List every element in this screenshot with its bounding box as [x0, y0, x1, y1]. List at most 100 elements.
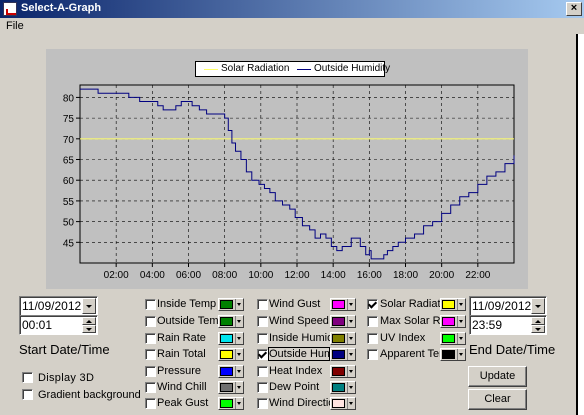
display-3d-checkbox[interactable] [22, 372, 33, 383]
spin-up-icon[interactable] [82, 317, 96, 325]
x-tick-label: 02:00 [104, 270, 129, 281]
chevron-down-icon[interactable] [347, 398, 355, 409]
chevron-down-icon[interactable] [235, 316, 243, 327]
heat-index-checkbox[interactable] [257, 366, 268, 377]
wind-speed-label: Wind Speed [269, 315, 329, 327]
peak-gust-color-picker[interactable] [218, 397, 244, 410]
color-swatch [220, 317, 233, 326]
y-tick-label: 75 [63, 114, 75, 125]
inside-temp-color-picker[interactable] [218, 298, 244, 311]
solar-radiation-checkbox[interactable] [367, 299, 378, 310]
color-swatch [220, 383, 233, 392]
wind-gust-color-picker[interactable] [330, 298, 356, 311]
pressure-color-picker[interactable] [218, 365, 244, 378]
start-date-picker[interactable]: 11/09/2012 [19, 296, 98, 316]
spin-up-icon[interactable] [531, 317, 545, 325]
rain-rate-checkbox[interactable] [145, 333, 156, 344]
wind-speed-checkbox[interactable] [257, 316, 268, 327]
solar-radiation-color-picker[interactable] [440, 298, 466, 311]
chevron-down-icon[interactable] [457, 349, 465, 360]
chevron-down-icon[interactable] [235, 299, 243, 310]
dew-point-label: Dew Point [269, 381, 320, 393]
rain-total-label: Rain Total [157, 348, 206, 360]
uv-index-color-picker[interactable] [440, 332, 466, 345]
gradient-background-checkbox[interactable] [22, 389, 33, 400]
start-date-dropdown-button[interactable] [82, 298, 96, 314]
title-bar: Select-A-Graph × [0, 0, 584, 18]
chevron-down-icon[interactable] [235, 382, 243, 393]
wind-chill-checkbox[interactable] [145, 382, 156, 393]
chevron-down-icon[interactable] [457, 316, 465, 327]
end-time-spinner[interactable] [531, 317, 545, 333]
x-tick-label: 06:00 [176, 270, 201, 281]
wind-direction-checkbox[interactable] [257, 398, 268, 409]
x-tick-label: 12:00 [284, 270, 309, 281]
outside-humidit-checkbox[interactable] [257, 349, 268, 360]
rain-total-color-picker[interactable] [218, 348, 244, 361]
outside-temp-checkbox[interactable] [145, 316, 156, 327]
spin-down-icon[interactable] [82, 325, 96, 333]
apparent-temp-color-picker[interactable] [440, 348, 466, 361]
inside-temp-checkbox[interactable] [145, 299, 156, 310]
end-date-picker[interactable]: 11/09/2012 [469, 296, 547, 316]
chevron-down-icon[interactable] [457, 299, 465, 310]
outside-temp-color-picker[interactable] [218, 315, 244, 328]
chevron-down-icon[interactable] [235, 366, 243, 377]
menu-bar: File [0, 18, 584, 34]
rain-total-checkbox[interactable] [145, 349, 156, 360]
color-swatch [332, 367, 345, 376]
x-tick-label: 18:00 [393, 270, 418, 281]
color-swatch [442, 300, 455, 309]
end-date-dropdown-button[interactable] [531, 298, 545, 314]
dew-point-checkbox[interactable] [257, 382, 268, 393]
chevron-down-icon[interactable] [347, 382, 355, 393]
max-solar-rad-checkbox[interactable] [367, 316, 378, 327]
peak-gust-label: Peak Gust [157, 397, 209, 409]
wind-chill-color-picker[interactable] [218, 381, 244, 394]
pressure-checkbox[interactable] [145, 366, 156, 377]
start-time-spinner[interactable] [82, 317, 96, 333]
chevron-down-icon[interactable] [347, 333, 355, 344]
update-button[interactable]: Update [468, 366, 527, 387]
max-solar-rad-color-picker[interactable] [440, 315, 466, 328]
heat-index-color-picker[interactable] [330, 365, 356, 378]
wind-gust-checkbox[interactable] [257, 299, 268, 310]
start-time-picker[interactable]: 00:01 [19, 315, 98, 335]
outside-humidit-color-picker[interactable] [330, 348, 356, 361]
chevron-down-icon[interactable] [235, 333, 243, 344]
inside-humidity-checkbox[interactable] [257, 333, 268, 344]
chart-legend: Solar Radiation Outside Humidity [195, 61, 390, 77]
color-swatch [442, 350, 455, 359]
pressure-label: Pressure [157, 365, 202, 377]
wind-speed-color-picker[interactable] [330, 315, 356, 328]
y-tick-label: 55 [63, 197, 75, 208]
chevron-down-icon[interactable] [347, 299, 355, 310]
spin-down-icon[interactable] [531, 325, 545, 333]
chevron-down-icon[interactable] [347, 316, 355, 327]
end-time-picker[interactable]: 23:59 [469, 315, 547, 335]
wind-direction-color-picker[interactable] [330, 397, 356, 410]
chevron-down-icon[interactable] [347, 366, 355, 377]
apparent-temp-checkbox[interactable] [367, 349, 378, 360]
rain-rate-color-picker[interactable] [218, 332, 244, 345]
clear-button[interactable]: Clear [468, 389, 527, 410]
inside-humidity-color-picker[interactable] [330, 332, 356, 345]
chevron-down-icon[interactable] [235, 398, 243, 409]
uv-index-checkbox[interactable] [367, 333, 378, 344]
color-swatch [332, 383, 345, 392]
chevron-down-icon[interactable] [347, 349, 355, 360]
chevron-down-icon[interactable] [457, 333, 465, 344]
menu-file[interactable]: File [6, 20, 24, 32]
dew-point-color-picker[interactable] [330, 381, 356, 394]
x-tick-label: 04:00 [140, 270, 165, 281]
color-swatch [220, 350, 233, 359]
color-swatch [442, 317, 455, 326]
y-tick-label: 80 [63, 93, 75, 104]
color-swatch [220, 300, 233, 309]
chevron-down-icon[interactable] [235, 349, 243, 360]
color-swatch [220, 367, 233, 376]
peak-gust-checkbox[interactable] [145, 398, 156, 409]
close-button[interactable]: × [566, 2, 582, 16]
x-tick-label: 16:00 [357, 270, 382, 281]
gradient-background-label: Gradient background [38, 389, 141, 401]
